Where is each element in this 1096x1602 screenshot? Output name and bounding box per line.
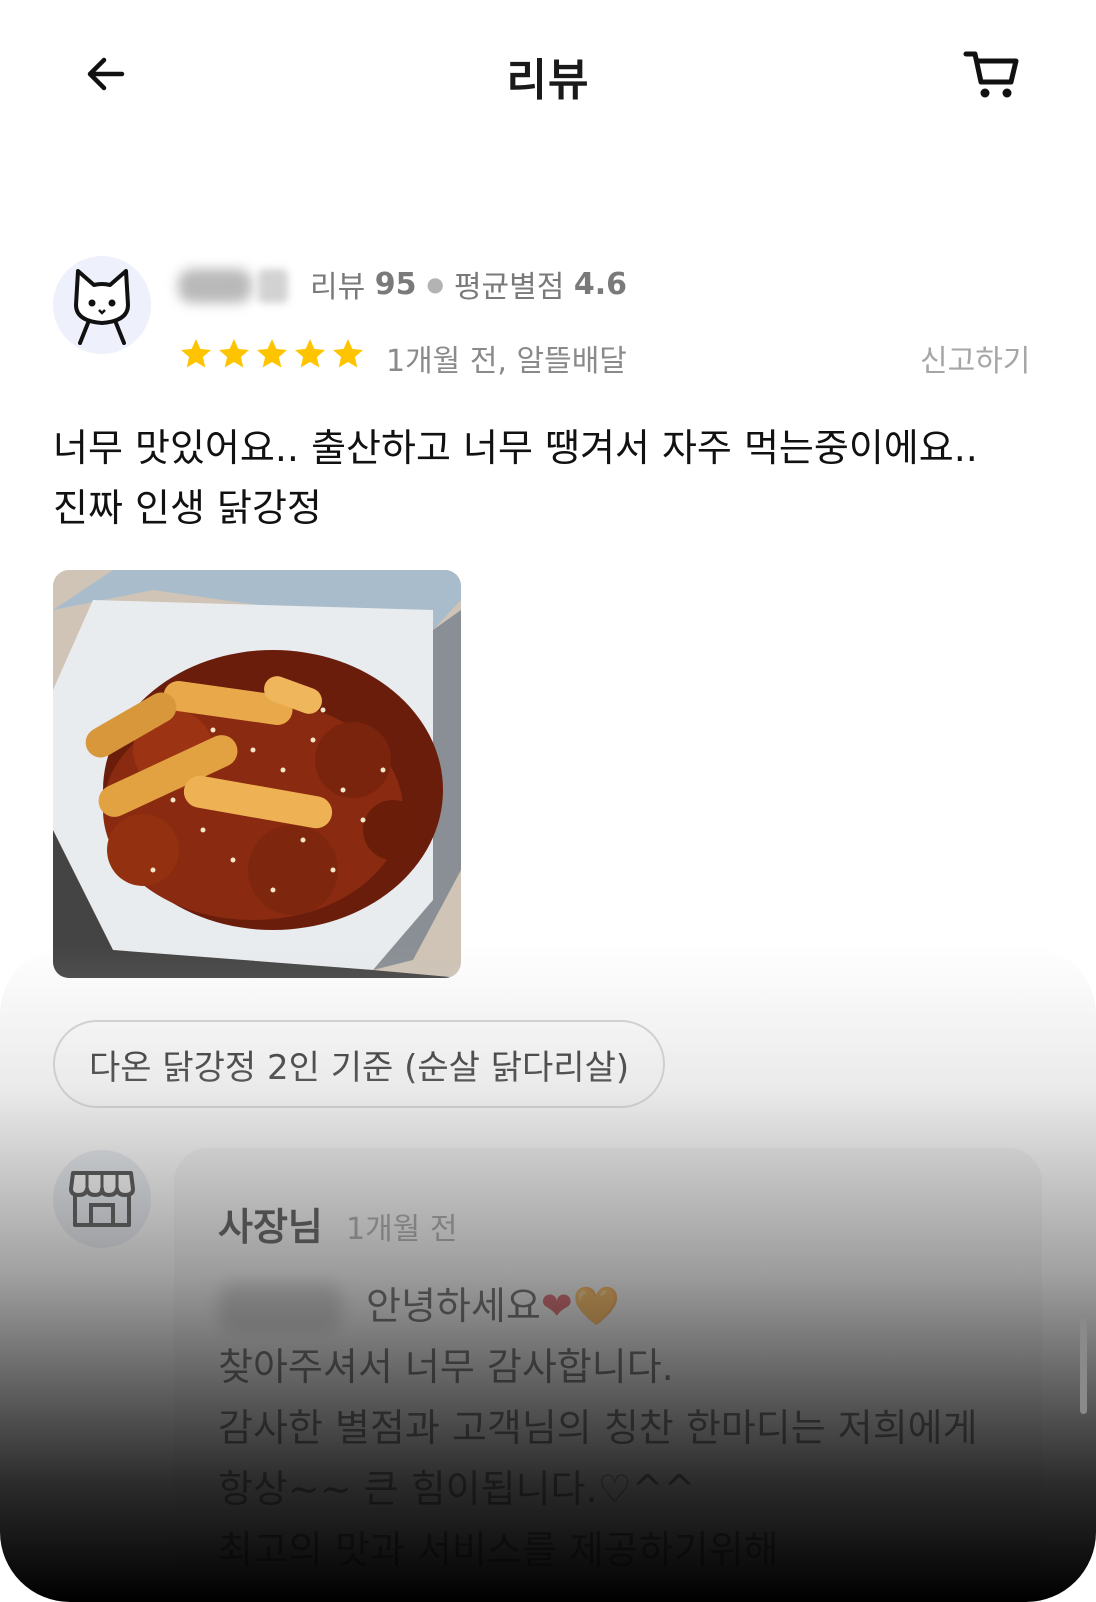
review-photo[interactable] [53,570,461,978]
star-icon [333,339,363,368]
owner-avatar [53,1150,151,1248]
reviewer-nickname-blurred [178,269,252,303]
separator-dot-icon: ● [426,272,444,296]
review-count-label: 리뷰 [310,270,366,305]
star-icon [219,339,249,368]
cat-avatar-icon [74,269,130,345]
review-meta: 1개월 전, 알뜰배달 [386,344,627,379]
reply-line: 찾아주셔서 너무 감사합니다. [218,1345,674,1389]
reviewer-nickname-link[interactable] [178,266,288,306]
avg-rating-label: 평균별점 [453,270,565,305]
owner-reply-time: 1개월 전 [346,1212,458,1247]
owner-reply-text: 안녕하세요❤🧡 찾아주셔서 너무 감사합니다. 감사한 별점과 고객님의 칭찬 … [218,1276,1018,1581]
star-icon [257,339,287,368]
ordered-menu-chip[interactable]: 다온 닭강정 2인 기준 (순살 닭다리살) [53,1020,666,1108]
star-rating [178,336,366,372]
page-title: 리뷰 [506,55,590,106]
chevron-right-icon [258,269,288,303]
star-icon [295,339,325,368]
report-button[interactable]: 신고하기 [920,336,1030,380]
cart-icon [963,51,1019,98]
reply-greeting: 안녕하세요 [366,1284,541,1328]
store-icon [69,1171,135,1227]
avg-rating-value: 4.6 [573,266,628,302]
owner-name: 사장님 [218,1205,323,1249]
review-text: 너무 맛있어요.. 출산하고 너무 땡겨서 자주 먹는중이에요.. 진짜 인생 … [53,426,978,530]
reply-line: 최고의 맛과 서비스를 제공하기위해 [218,1528,779,1572]
red-heart-icon: ❤ [540,1284,573,1328]
orange-heart-icon: 🧡 [572,1284,620,1328]
scrollbar-thumb[interactable] [1080,1318,1087,1414]
cart-button[interactable] [952,40,1032,108]
food-photo-image [53,570,461,978]
reviewer-avatar[interactable] [53,256,151,354]
reply-line: 감사한 별점과 고객님의 칭찬 한마디는 저희에게 항상~~ 큰 힘이됩니다.♡… [218,1406,978,1511]
star-icon [181,339,211,368]
review-count: 95 [374,266,417,302]
reviewer-stats: 리뷰 95 ● 평균별점 4.6 [310,262,627,306]
